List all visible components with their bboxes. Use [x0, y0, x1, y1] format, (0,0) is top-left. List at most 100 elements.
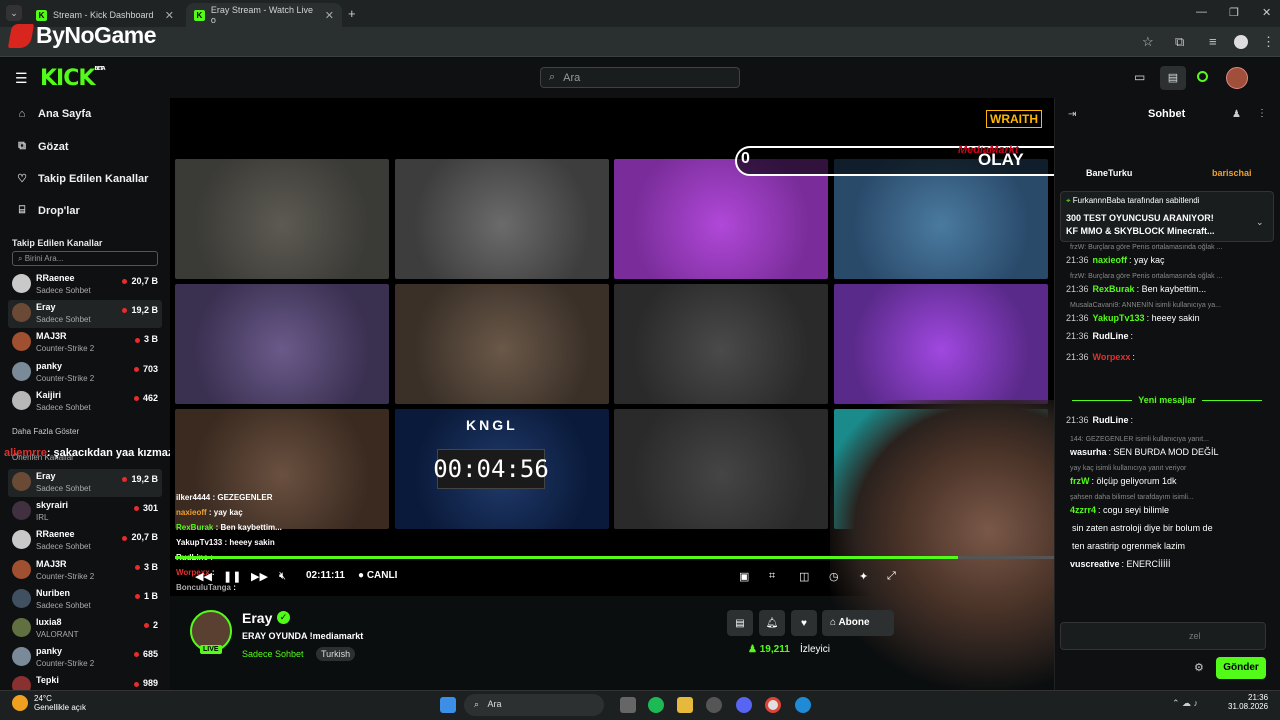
nav-drops[interactable]: ⌸ Drop'lar	[16, 204, 80, 217]
sidebar-channel-eray[interactable]: Eray Sadece Sohbet 19,2 B	[8, 469, 162, 497]
system-tray-icon[interactable]: ⌃ ☁ ♪	[1172, 698, 1198, 709]
share-button[interactable]: ▤	[727, 610, 753, 636]
tab-list-button[interactable]: ⌄	[6, 5, 22, 21]
sidebar-channel-skyrairi[interactable]: skyrairi IRL 301	[8, 498, 162, 526]
message-user[interactable]: frzW	[1070, 476, 1090, 486]
sidebar-channel-nuriben[interactable]: Nuriben Sadece Sohbet 1 B	[8, 586, 162, 614]
clock[interactable]: 21:36 31.08.2026	[1228, 693, 1268, 711]
top-gifter-2[interactable]: barischai	[1212, 168, 1252, 178]
message-user[interactable]: RudLine	[1093, 331, 1129, 341]
user-avatar[interactable]	[1226, 67, 1248, 89]
message-user[interactable]: naxieoff	[1093, 255, 1128, 265]
notify-button[interactable]: 🔔︎	[759, 610, 785, 636]
timer-icon[interactable]: ◷	[829, 570, 839, 583]
extensions-icon[interactable]: ⧉	[1175, 34, 1184, 50]
chat-message[interactable]: 21:36 RudLine:	[1066, 415, 1133, 425]
message-user[interactable]: RexBurak	[1093, 284, 1135, 294]
sidebar-channel-maj3r[interactable]: MAJ3R Counter-Strike 2 3 B	[8, 329, 162, 357]
fullscreen-icon[interactable]: ⤢	[887, 570, 896, 583]
sidebar-channel-panky[interactable]: panky Counter-Strike 2 703	[8, 359, 162, 387]
chat-message[interactable]: ten arastirip ogrenmek lazim	[1066, 541, 1185, 551]
sidebar-channel-maj3r[interactable]: MAJ3R Counter-Strike 2 3 B	[8, 557, 162, 585]
message-user[interactable]: 4zzrr4	[1070, 505, 1096, 515]
chat-menu-icon[interactable]: ⋮	[1257, 108, 1267, 119]
sidebar-channel-kaijiri[interactable]: Kaijiri Sadece Sohbet 462	[8, 388, 162, 416]
search-input[interactable]: ⌕ Ara	[540, 67, 740, 88]
message-user[interactable]: wasurha	[1070, 447, 1107, 457]
chat-users-icon[interactable]: ♟	[1232, 109, 1241, 120]
chat-input[interactable]: zel	[1060, 622, 1266, 650]
close-window-icon[interactable]: ✕	[1262, 6, 1271, 19]
nav-home[interactable]: ⌂ Ana Sayfa	[16, 108, 92, 120]
message-user[interactable]: vuscreative	[1070, 559, 1120, 569]
mute-icon[interactable]: 🔇︎	[279, 570, 286, 583]
sidebar-channel-luxia8[interactable]: luxia8 VALORANT 2	[8, 615, 162, 643]
address-bar[interactable]	[0, 27, 1280, 57]
channel-name[interactable]: Eray	[242, 610, 272, 626]
edge-icon[interactable]	[795, 697, 811, 713]
minimize-icon[interactable]: —	[1196, 6, 1207, 18]
chat-message[interactable]: 4zzrr4: cogu seyi bilimle	[1066, 505, 1169, 515]
pip-icon[interactable]: ◫	[799, 570, 809, 583]
channel-search-input[interactable]: ⌕ Birini Ara...	[12, 251, 158, 266]
kick-logo[interactable]: KICKBETA	[40, 66, 106, 91]
bookmark-star-icon[interactable]: ☆	[1142, 34, 1154, 50]
task-view-icon[interactable]	[620, 697, 636, 713]
close-tab-icon[interactable]: ✕	[325, 9, 334, 22]
status-icon[interactable]	[1197, 71, 1208, 82]
chat-message[interactable]: vuscreative: ENERCİİİİİ	[1066, 559, 1171, 569]
maximize-icon[interactable]: ❐	[1229, 6, 1239, 19]
hamburger-menu-icon[interactable]: ☰	[15, 70, 28, 87]
message-user[interactable]: Worpexx	[1093, 352, 1131, 362]
pause-icon[interactable]: ❚❚	[223, 570, 241, 583]
chat-message[interactable]: 21:36 naxieoff: yay kaç	[1066, 255, 1165, 265]
chat-message[interactable]: 21:36 RexBurak: Ben kaybettim...	[1066, 284, 1206, 294]
chat-message[interactable]: sin zaten astroloji diye bir bolum de	[1066, 523, 1213, 533]
browser-tab-stream[interactable]: K Eray Stream - Watch Live o ✕	[186, 3, 342, 27]
new-messages-divider[interactable]: Yeni mesajlar	[1060, 395, 1274, 405]
weather-widget[interactable]: 24°C Genellikle açık	[34, 694, 86, 712]
collapse-chat-icon[interactable]: ⇥	[1068, 109, 1076, 120]
chevron-down-icon[interactable]: ⌄	[1256, 217, 1264, 228]
sidebar-channel-eray[interactable]: Eray Sadece Sohbet 19,2 B	[8, 300, 162, 329]
forward-icon[interactable]: ▶▶	[251, 570, 268, 583]
app-icon[interactable]	[706, 697, 722, 713]
theatre-mode-icon[interactable]: ▭	[1134, 70, 1145, 84]
profile-icon[interactable]	[1234, 35, 1248, 49]
stream-category[interactable]: Sadece Sohbet	[242, 649, 304, 659]
message-user[interactable]: YakupTv133	[1093, 313, 1145, 323]
gear-icon[interactable]: ⚙	[1194, 661, 1204, 674]
progress-bar[interactable]	[175, 556, 1055, 559]
language-tag[interactable]: Turkish	[316, 647, 356, 661]
start-icon[interactable]	[440, 697, 456, 713]
discord-icon[interactable]	[736, 697, 752, 713]
show-more-link[interactable]: Daha Fazla Göster	[12, 427, 79, 436]
rewind-icon[interactable]: ◀◀	[195, 570, 212, 583]
menu-icon[interactable]: ⋮	[1262, 34, 1275, 50]
clip-icon[interactable]: ⌗	[769, 570, 775, 583]
chat-message[interactable]: 21:36 RudLine:	[1066, 331, 1133, 341]
follow-button[interactable]: ♥	[791, 610, 817, 636]
send-button[interactable]: Gönder	[1216, 657, 1266, 679]
spotify-icon[interactable]	[648, 697, 664, 713]
subscribe-button[interactable]: ⌂ Abone	[822, 610, 894, 636]
message-user[interactable]: RudLine	[1093, 415, 1129, 425]
sparkle-icon[interactable]: ✦	[859, 570, 868, 583]
dashboard-icon[interactable]: ▤	[1160, 66, 1186, 90]
folder-icon[interactable]	[677, 697, 693, 713]
new-tab-icon[interactable]: +	[348, 6, 356, 21]
chat-message[interactable]: frzW: ölçüp geliyorum 1dk	[1066, 476, 1177, 486]
chrome-icon[interactable]	[765, 697, 781, 713]
nav-browse[interactable]: ⧉ Gözat	[16, 140, 69, 153]
chat-message[interactable]: 21:36 Worpexx:	[1066, 352, 1135, 362]
chat-message[interactable]: wasurha: SEN BURDA MOD DEĞİL	[1066, 447, 1219, 457]
nav-following[interactable]: ♡ Takip Edilen Kanallar	[16, 172, 148, 186]
top-gifter[interactable]: BaneTurku	[1086, 168, 1132, 178]
taskbar-search[interactable]: ⌕ Ara	[464, 694, 604, 716]
chat-message[interactable]: 21:36 YakupTv133: heeey sakin	[1066, 313, 1200, 323]
close-tab-icon[interactable]: ✕	[165, 9, 174, 22]
camera-icon[interactable]: ▣	[739, 570, 749, 583]
media-icon[interactable]: ≡	[1209, 34, 1217, 49]
sidebar-channel-rraenee[interactable]: RRaenee Sadece Sohbet 20,7 B	[8, 527, 162, 555]
sidebar-channel-panky[interactable]: panky Counter-Strike 2 685	[8, 644, 162, 672]
